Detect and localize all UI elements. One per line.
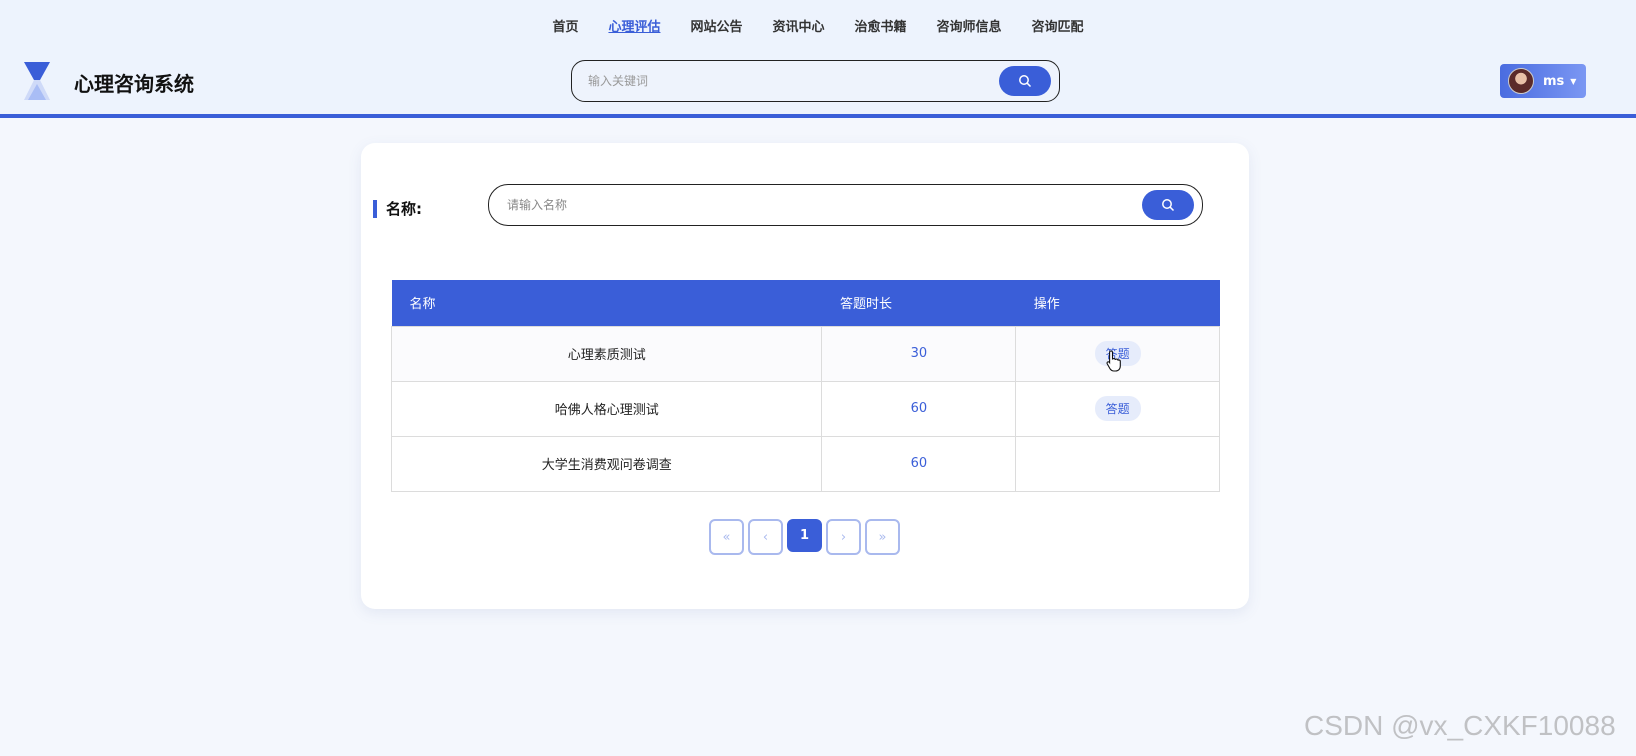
table-row: 心理素质测试 30 答题 <box>390 325 1220 382</box>
row-action-cell: 答题 <box>1015 380 1220 437</box>
nav-item-news[interactable]: 资讯中心 <box>772 16 824 35</box>
global-search-button[interactable] <box>999 66 1051 96</box>
row-duration: 30 <box>821 325 1017 382</box>
top-nav: 首页 心理评估 网站公告 资讯中心 治愈书籍 咨询师信息 咨询匹配 <box>0 16 1636 35</box>
search-icon <box>1162 199 1175 212</box>
name-search <box>488 184 1203 226</box>
app-title: 心理咨询系统 <box>74 72 194 96</box>
answer-button[interactable]: 答题 <box>1094 396 1141 421</box>
user-menu-button[interactable]: ms ▼ <box>1500 64 1586 98</box>
row-duration: 60 <box>821 380 1017 437</box>
column-header-name: 名称 <box>391 280 822 326</box>
hand-cursor-icon <box>1106 350 1121 372</box>
nav-item-home[interactable]: 首页 <box>552 16 578 35</box>
hourglass-logo-icon <box>24 62 50 100</box>
page-prev-button[interactable]: ‹ <box>748 519 783 555</box>
row-action-cell <box>1015 435 1220 492</box>
filter-accent-bar <box>373 200 377 218</box>
pagination: « ‹ 1 › » <box>709 519 900 555</box>
column-header-action: 操作 <box>1015 280 1220 326</box>
assessment-card: 名称: 名称 答题时长 操作 心理素质测试 30 答题 <box>361 143 1249 609</box>
assessment-table: 名称 答题时长 操作 心理素质测试 30 答题 哈佛人格心理测试 60 答题 大… <box>390 280 1220 492</box>
name-search-button[interactable] <box>1142 190 1194 220</box>
nav-item-counselors[interactable]: 咨询师信息 <box>937 16 1002 35</box>
nav-item-assessment[interactable]: 心理评估 <box>608 16 660 35</box>
page-next-button[interactable]: › <box>826 519 861 555</box>
row-name: 哈佛人格心理测试 <box>390 380 823 437</box>
name-search-input[interactable] <box>507 195 1107 215</box>
global-search-input[interactable] <box>588 71 968 91</box>
page-current-button[interactable]: 1 <box>787 519 822 552</box>
avatar <box>1508 68 1534 94</box>
table-row: 哈佛人格心理测试 60 答题 <box>390 380 1220 437</box>
filter-label: 名称: <box>386 200 422 218</box>
column-header-duration: 答题时长 <box>821 280 1016 326</box>
nav-item-books[interactable]: 治愈书籍 <box>855 16 907 35</box>
row-name: 心理素质测试 <box>390 325 823 382</box>
watermark: CSDN @vx_CXKF10088 <box>1304 710 1616 741</box>
user-name: ms <box>1543 73 1565 89</box>
caret-down-icon: ▼ <box>1570 76 1577 86</box>
nav-item-matching[interactable]: 咨询匹配 <box>1032 16 1084 35</box>
site-header: 首页 心理评估 网站公告 资讯中心 治愈书籍 咨询师信息 咨询匹配 心理咨询系统… <box>0 0 1636 118</box>
row-duration: 60 <box>821 435 1017 492</box>
page-last-button[interactable]: » <box>865 519 900 555</box>
table-row: 大学生消费观问卷调查 60 <box>390 435 1220 492</box>
search-icon <box>1019 75 1032 88</box>
nav-item-announcements[interactable]: 网站公告 <box>690 16 742 35</box>
page-first-button[interactable]: « <box>709 519 744 555</box>
row-name: 大学生消费观问卷调查 <box>390 435 823 492</box>
global-search <box>571 60 1060 102</box>
